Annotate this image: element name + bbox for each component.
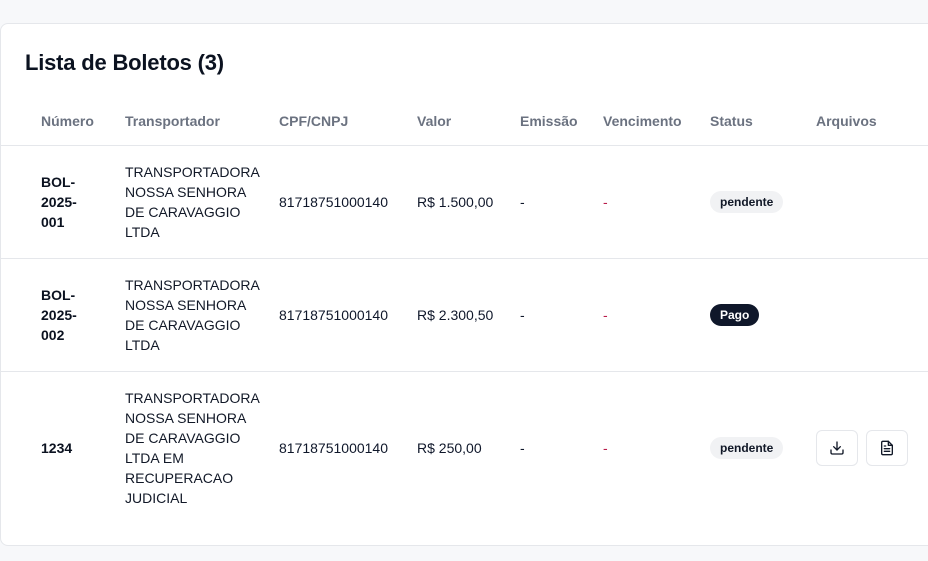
cell-emissao: -	[512, 145, 595, 259]
table-row: BOL- 2025- 001 TRANSPORTADORA NOSSA SENH…	[1, 145, 928, 259]
table-row: 1234 TRANSPORTADORA NOSSA SENHORA DE CAR…	[1, 371, 928, 524]
status-badge: pendente	[710, 436, 784, 459]
view-file-button[interactable]	[866, 429, 908, 466]
cell-valor: R$ 1.500,00	[409, 145, 512, 259]
column-header-arquivos: Arquivos	[808, 97, 928, 146]
cell-cpf-cnpj: 81718751000140	[271, 145, 409, 259]
numero-line: BOL-	[41, 286, 76, 303]
cell-emissao: -	[512, 258, 595, 372]
cell-status: pendente	[702, 371, 808, 524]
cell-vencimento: -	[603, 439, 608, 456]
column-header-numero: Número	[1, 97, 117, 146]
column-header-status: Status	[702, 97, 808, 146]
column-header-cpf-cnpj: CPF/CNPJ	[271, 97, 409, 146]
cell-numero: 1234	[1, 371, 117, 524]
cell-transportador: TRANSPORTADORA NOSSA SENHORA DE CARAVAGG…	[117, 145, 271, 259]
transportador-line: LTDA	[125, 336, 160, 353]
transportador-line: DE CARAVAGGIO	[125, 316, 241, 333]
transportador-line: NOSSA SENHORA	[125, 183, 247, 200]
table-header-row: Número Transportador CPF/CNPJ Valor Emis…	[1, 97, 928, 146]
cell-transportador: TRANSPORTADORA NOSSA SENHORA DE CARAVAGG…	[117, 371, 271, 524]
transportador-line: JUDICIAL	[125, 489, 188, 506]
column-header-transportador: Transportador	[117, 97, 271, 146]
boletos-table: Número Transportador CPF/CNPJ Valor Emis…	[1, 97, 928, 524]
transportador-line: TRANSPORTADORA	[125, 276, 260, 293]
transportador-line: TRANSPORTADORA	[125, 163, 260, 180]
cell-arquivos	[808, 258, 928, 372]
cell-vencimento: -	[595, 145, 702, 259]
numero-line: 002	[41, 326, 65, 343]
column-header-emissao: Emissão	[512, 97, 595, 146]
cell-numero: BOL- 2025- 001	[1, 145, 117, 259]
boletos-card: Lista de Boletos (3) Número Transportado…	[0, 23, 928, 546]
status-badge: Pago	[710, 303, 760, 326]
file-text-icon	[879, 440, 895, 456]
transportador-line: LTDA EM	[125, 449, 184, 466]
file-actions	[816, 429, 928, 466]
cell-emissao: -	[520, 439, 525, 456]
table-row: BOL- 2025- 002 TRANSPORTADORA NOSSA SENH…	[1, 258, 928, 372]
transportador-line: NOSSA SENHORA	[125, 296, 247, 313]
cell-valor: R$ 250,00	[417, 439, 482, 456]
numero-line: 2025-	[41, 193, 77, 210]
download-button[interactable]	[816, 429, 858, 466]
transportador-line: TRANSPORTADORA	[125, 389, 260, 406]
numero-line: 001	[41, 213, 65, 230]
transportador-line: RECUPERACAO	[125, 469, 234, 486]
status-badge: pendente	[710, 190, 784, 213]
cell-cpf-cnpj: 81718751000140	[279, 439, 389, 456]
cell-numero: BOL- 2025- 002	[1, 258, 117, 372]
cell-arquivos	[808, 371, 928, 524]
cell-status: Pago	[702, 258, 808, 372]
cell-arquivos	[808, 145, 928, 259]
column-header-vencimento: Vencimento	[595, 97, 702, 146]
transportador-line: DE CARAVAGGIO	[125, 429, 241, 446]
cell-transportador: TRANSPORTADORA NOSSA SENHORA DE CARAVAGG…	[117, 258, 271, 372]
download-icon	[829, 440, 845, 456]
page-title: Lista de Boletos (3)	[25, 50, 224, 75]
transportador-line: DE CARAVAGGIO	[125, 203, 241, 220]
numero-line: 2025-	[41, 306, 77, 323]
column-header-valor: Valor	[409, 97, 512, 146]
cell-cpf-cnpj: 81718751000140	[271, 258, 409, 372]
transportador-line: NOSSA SENHORA	[125, 409, 247, 426]
numero-line: BOL-	[41, 173, 76, 190]
cell-status: pendente	[702, 145, 808, 259]
cell-valor: R$ 2.300,50	[409, 258, 512, 372]
cell-vencimento: -	[595, 258, 702, 372]
transportador-line: LTDA	[125, 223, 160, 240]
numero-line: 1234	[41, 439, 73, 456]
